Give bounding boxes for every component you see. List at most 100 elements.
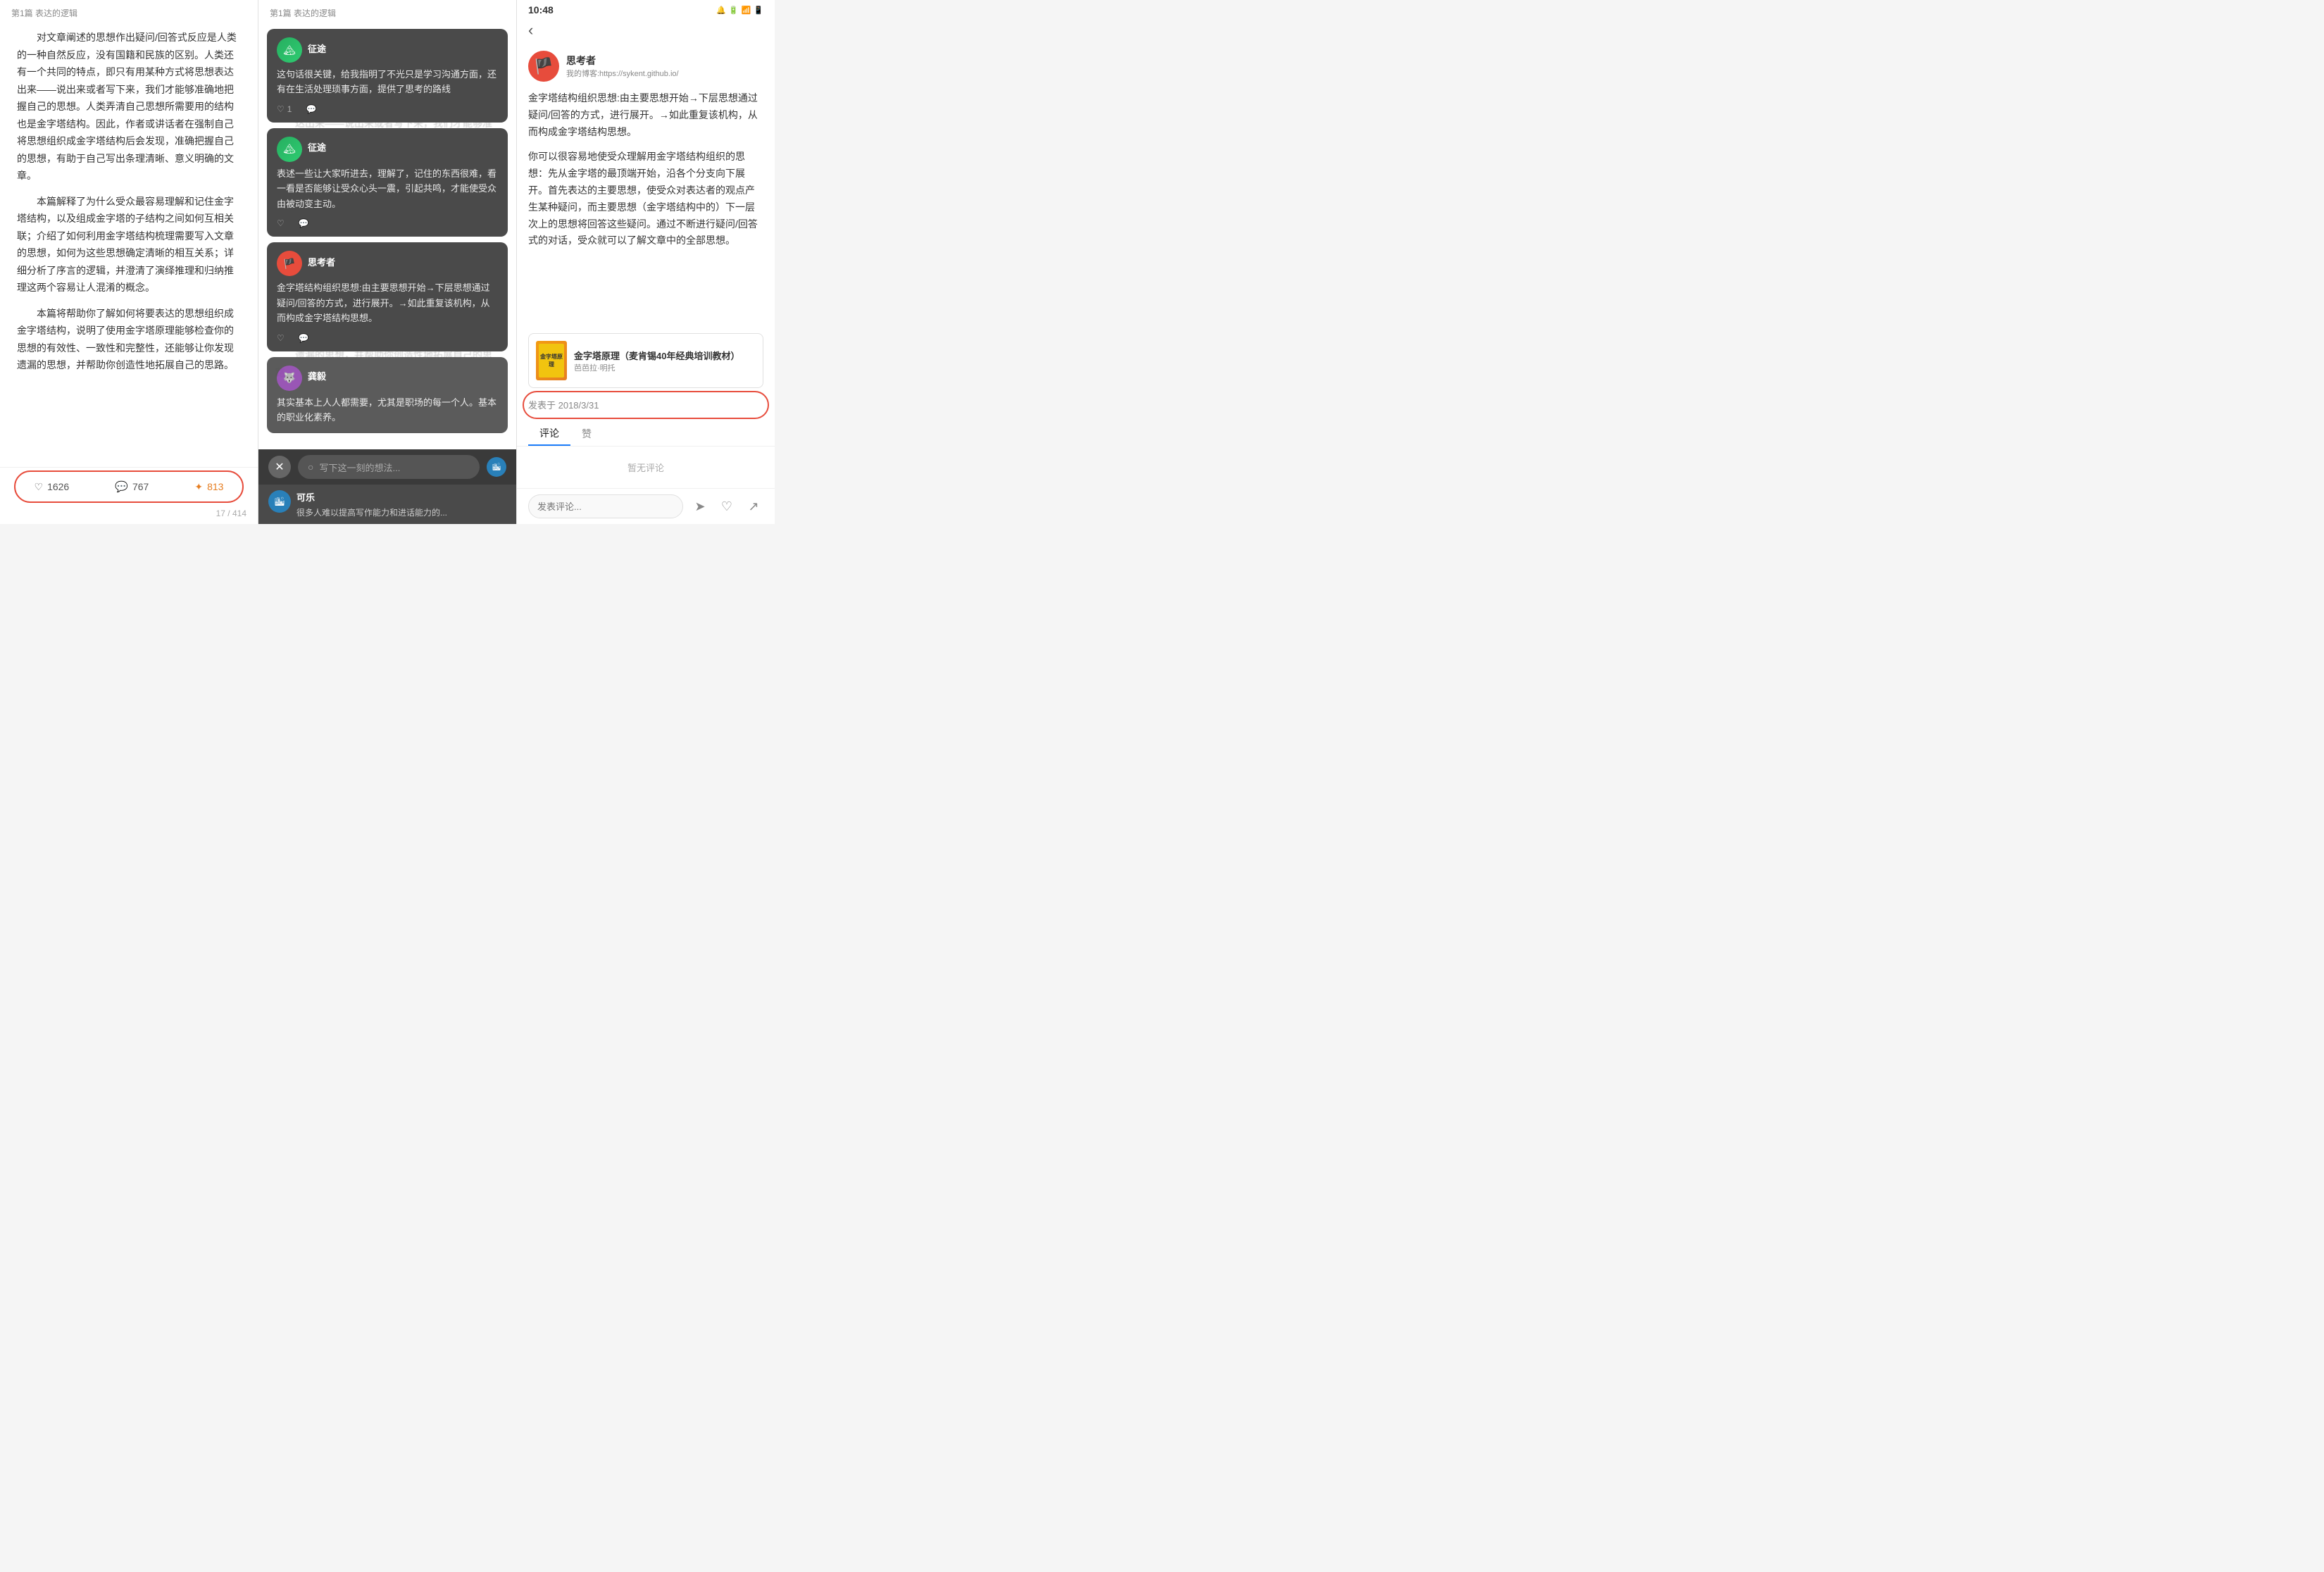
external-link-icon: ↗ bbox=[748, 499, 758, 514]
comment-2-like[interactable]: ♡ bbox=[277, 218, 285, 228]
heart-outline-icon: ♡ bbox=[721, 499, 732, 514]
comment-1-author: 征途 bbox=[308, 42, 326, 55]
comment-3-like[interactable]: ♡ bbox=[277, 333, 285, 343]
comment-3-reply[interactable]: 💬 bbox=[299, 333, 309, 343]
book-cover-inner: 金字塔原理 bbox=[539, 344, 564, 378]
comment-button[interactable]: 💬 767 bbox=[104, 476, 160, 497]
comment-3-actions: ♡ 💬 bbox=[277, 333, 498, 343]
book-card[interactable]: 金字塔原理 金字塔原理（麦肯锡40年经典培训教材） 芭芭拉·明托 bbox=[528, 333, 763, 388]
comment-card-2: 🏔 征途 表述一些让大家听进去，理解了，记住的东西很难，看一看是否能够让受众心头… bbox=[267, 128, 508, 237]
comment-2-text: 表述一些让大家听进去，理解了，记住的东西很难，看一看是否能够让受众心头一震，引起… bbox=[277, 166, 498, 211]
article-para-2: 你可以很容易地使受众理解用金字塔结构组织的思想：先从金字塔的最顶端开始，沿各个分… bbox=[528, 149, 763, 249]
author-row: 🏴 思考者 我的博客:https://sykent.github.io/ bbox=[517, 45, 775, 90]
date-row: 发表于 2018/3/31 bbox=[517, 394, 775, 416]
comment-1-text: 这句话很关键，给我指明了不光只是学习沟通方面，还有在生活处理琐事方面，提供了思考… bbox=[277, 67, 498, 97]
author-info: 思考者 我的博客:https://sykent.github.io/ bbox=[566, 54, 679, 79]
share-button[interactable]: ✦ 813 bbox=[183, 477, 235, 497]
close-comments-button[interactable]: ✕ bbox=[268, 456, 291, 478]
back-button[interactable]: ‹ bbox=[528, 21, 533, 39]
comment-input-bar: ➤ ♡ ↗ bbox=[517, 488, 775, 524]
comment-4-header: 🐺 龚毅 bbox=[277, 366, 498, 391]
comment-1-reply[interactable]: 💬 bbox=[306, 104, 316, 114]
article-detail-panel: 10:48 🔔 🔋 📶 📱 ‹ 🏴 思考者 我的博客:https://syken… bbox=[517, 0, 775, 524]
like-icon: ♡ bbox=[277, 104, 285, 114]
like-count: 1626 bbox=[47, 481, 69, 492]
tab-likes[interactable]: 赞 bbox=[570, 422, 603, 446]
comment-card-4: 🐺 龚毅 其实基本上人人都需要，尤其是职场的每一个人。基本的职业化素养。 bbox=[267, 357, 508, 434]
close-icon: ✕ bbox=[275, 460, 284, 474]
wifi-icon: 📶 bbox=[742, 6, 751, 15]
like-article-button[interactable]: ♡ bbox=[717, 497, 737, 516]
comment-1-like[interactable]: ♡ 1 bbox=[277, 104, 292, 114]
book-title: 金字塔原理（麦肯锡40年经典培训教材） bbox=[574, 349, 739, 362]
comment-1-avatar: 🏔 bbox=[277, 37, 302, 63]
partial-text: 很多人难以提高写作能力和进话能力的... bbox=[296, 506, 447, 518]
comment-1-header: 🏔 征途 bbox=[277, 37, 498, 63]
comment-4-avatar: 🐺 bbox=[277, 366, 302, 391]
comment-1-actions: ♡ 1 💬 bbox=[277, 104, 498, 114]
panel3-nav: ‹ bbox=[517, 18, 775, 45]
paragraph-2: 本篇解释了为什么受众最容易理解和记住金字塔结构，以及组成金字塔的子结构之间如何互… bbox=[17, 193, 241, 297]
page-indicator: 17 / 414 bbox=[0, 506, 258, 524]
write-placeholder: 写下这一刻的想法... bbox=[319, 461, 400, 474]
write-comment-button[interactable]: ○ 写下这一刻的想法... bbox=[298, 455, 480, 479]
comment-2-header: 🏔 征途 bbox=[277, 137, 498, 162]
comment-input[interactable] bbox=[528, 494, 683, 518]
comment-2-reply[interactable]: 💬 bbox=[299, 218, 309, 228]
comment-3-avatar: 🏴 bbox=[277, 251, 302, 276]
empty-comment: 暂无评论 bbox=[517, 447, 775, 488]
panel2-header: 第1篇 表达的逻辑 bbox=[258, 0, 516, 23]
comment-card-1: 🏔 征途 这句话很关键，给我指明了不光只是学习沟通方面，还有在生活处理琐事方面，… bbox=[267, 29, 508, 123]
comment-count: 767 bbox=[132, 481, 149, 492]
battery-icon: 🔋 bbox=[729, 6, 739, 15]
reply-icon-3: 💬 bbox=[299, 333, 309, 343]
comments-overlay: 🏔 征途 这句话很关键，给我指明了不光只是学习沟通方面，还有在生活处理琐事方面，… bbox=[258, 23, 516, 449]
notification-icon: 🔔 bbox=[716, 6, 726, 15]
comment-2-avatar: 🏔 bbox=[277, 137, 302, 162]
partial-comment: 🏙 可乐 很多人难以提高写作能力和进话能力的... bbox=[258, 485, 516, 524]
like-icon-2: ♡ bbox=[277, 218, 285, 228]
article-date: 发表于 2018/3/31 bbox=[528, 400, 599, 411]
comment-3-header: 🏴 思考者 bbox=[277, 251, 498, 276]
heart-icon: ♡ bbox=[35, 481, 44, 493]
book-info: 金字塔原理（麦肯锡40年经典培训教材） 芭芭拉·明托 bbox=[574, 349, 739, 373]
tab-comments[interactable]: 评论 bbox=[528, 422, 570, 446]
panel1-footer: ♡ 1626 💬 767 ✦ 813 bbox=[0, 467, 258, 506]
comments-panel: 第1篇 表达的逻辑 对文章阐述的思想作出疑问/回答式反应是人类的一种自然反应 类… bbox=[258, 0, 517, 524]
mini-avatar-1: 🏙 bbox=[487, 457, 506, 477]
author-avatar: 🏴 bbox=[528, 51, 559, 82]
signal-icon: 📱 bbox=[754, 6, 763, 15]
comment-3-text: 金字塔结构组织思想:由主要思想开始→下层思想通过疑问/回答的方式，进行展开。→如… bbox=[277, 280, 498, 325]
like-button[interactable]: ♡ 1626 bbox=[23, 477, 81, 497]
book-subtitle: 芭芭拉·明托 bbox=[574, 362, 739, 373]
like-icon-3: ♡ bbox=[277, 333, 285, 343]
partial-avatar: 🏙 bbox=[268, 490, 291, 513]
send-comment-button[interactable]: ➤ bbox=[690, 497, 710, 516]
book-cover: 金字塔原理 bbox=[536, 341, 567, 380]
share-count: 813 bbox=[207, 481, 223, 492]
comment-3-author: 思考者 bbox=[308, 255, 335, 268]
paragraph-3: 本篇将帮助你了解如何将要表达的思想组织成金字塔结构，说明了使用金字塔原理能够检查… bbox=[17, 305, 241, 374]
comment-1-like-count: 1 bbox=[287, 104, 292, 114]
comment-2-actions: ♡ 💬 bbox=[277, 218, 498, 228]
comment-4-author: 龚毅 bbox=[308, 369, 326, 382]
panel2-bottom-bar: ✕ ○ 写下这一刻的想法... 🏙 bbox=[258, 449, 516, 485]
send-icon: ➤ bbox=[694, 499, 705, 514]
reply-icon-2: 💬 bbox=[299, 218, 309, 228]
partial-author: 可乐 bbox=[296, 490, 447, 504]
partial-comment-text: 可乐 很多人难以提高写作能力和进话能力的... bbox=[296, 490, 447, 518]
status-bar: 10:48 🔔 🔋 📶 📱 bbox=[517, 0, 775, 18]
panel1-content: 对文章阐述的思想作出疑问/回答式反应是人类的一种自然反应，没有国籍和民族的区别。… bbox=[0, 23, 258, 467]
reply-icon: 💬 bbox=[306, 104, 316, 114]
comment-2-author: 征途 bbox=[308, 140, 326, 154]
tabs-row: 评论 赞 bbox=[517, 416, 775, 447]
article-body: 金字塔结构组织思想:由主要思想开始→下层思想通过疑问/回答的方式，进行展开。→如… bbox=[517, 90, 775, 328]
panel1-header: 第1篇 表达的逻辑 bbox=[0, 0, 258, 23]
share-icon: ✦ bbox=[194, 481, 203, 493]
book-reader-panel: 第1篇 表达的逻辑 对文章阐述的思想作出疑问/回答式反应是人类的一种自然反应，没… bbox=[0, 0, 258, 524]
article-para-1: 金字塔结构组织思想:由主要思想开始→下层思想通过疑问/回答的方式，进行展开。→如… bbox=[528, 90, 763, 140]
bubble-icon: ○ bbox=[308, 461, 313, 473]
panel2-background: 对文章阐述的思想作出疑问/回答式反应是人类的一种自然反应 类的一还有一个共同的特… bbox=[258, 23, 516, 449]
comment-4-text: 其实基本上人人都需要，尤其是职场的每一个人。基本的职业化素养。 bbox=[277, 395, 498, 425]
share-article-button[interactable]: ↗ bbox=[744, 497, 763, 516]
